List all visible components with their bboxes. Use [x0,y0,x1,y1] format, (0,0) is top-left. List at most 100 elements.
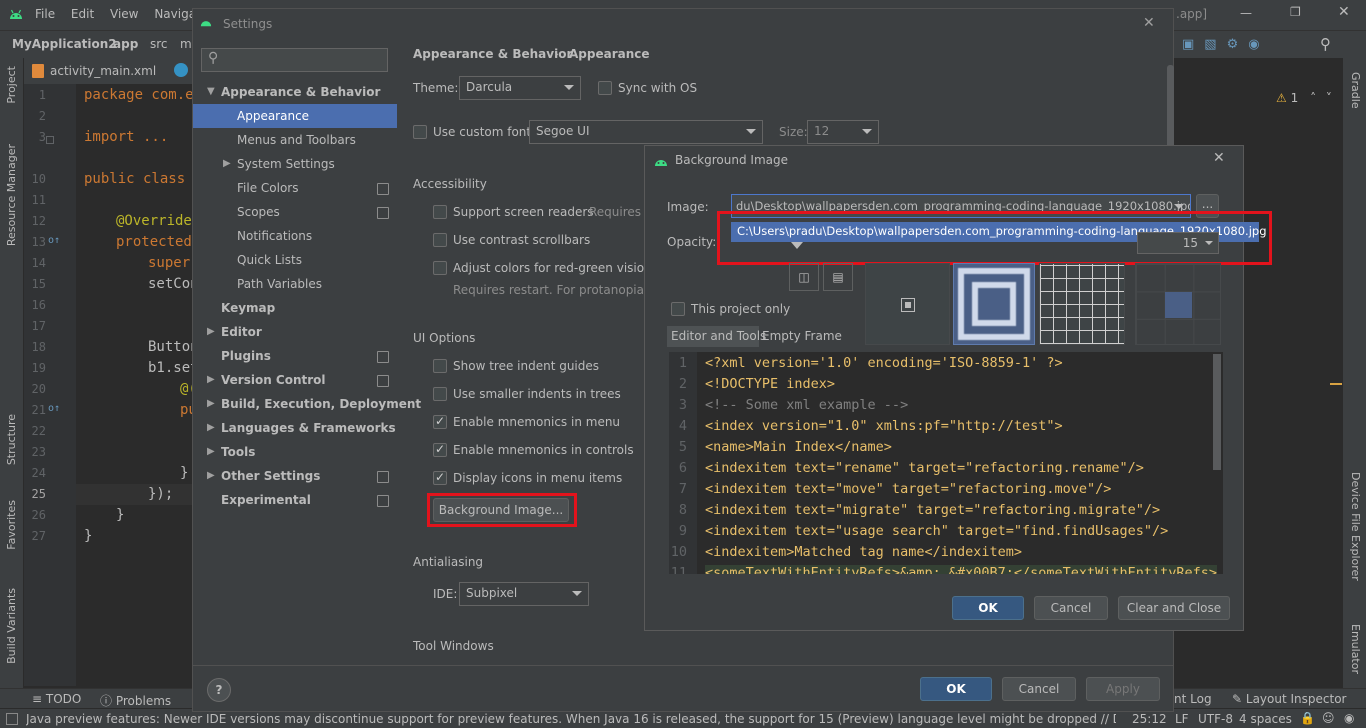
override-gutter-icon[interactable]: o↑ [48,403,60,414]
opacity-slider-thumb[interactable] [791,242,803,249]
spinner-arrow-icon[interactable] [1205,241,1213,245]
collapse-arrow-icon[interactable]: ▶ [207,446,215,457]
flip-vertical-button[interactable]: ▤ [823,263,853,291]
tree-editor[interactable]: Editor [221,325,262,339]
toolbar-icons[interactable]: ▣▧⚙◉ [1182,37,1270,52]
tree-tools[interactable]: Tools [221,445,255,459]
font-size-select[interactable]: 12 [807,120,879,144]
page-breadcrumb-parent[interactable]: Appearance & Behavior [413,47,572,61]
project-only-checkbox[interactable] [671,302,685,316]
mnemonics-controls-checkbox[interactable] [433,442,447,457]
mnemonics-menu-checkbox[interactable] [433,414,447,429]
tree-menus-toolbars[interactable]: Menus and Toolbars [237,133,356,147]
breadcrumb-src[interactable]: src [150,37,168,51]
flip-horizontal-button[interactable]: ◫ [789,263,819,291]
fill-option-scale[interactable] [953,263,1035,345]
help-button[interactable]: ? [207,678,231,702]
tree-other-settings[interactable]: Other Settings [221,469,320,483]
warning-indicator[interactable]: ⚠ 1 ˄ ˅ [1276,91,1332,105]
fold-icon[interactable] [46,136,54,144]
ide-antialiasing-select[interactable]: Subpixel [459,582,589,606]
line-separator[interactable]: LF [1175,712,1189,726]
bg-dialog-close-icon[interactable]: ✕ [1213,150,1225,166]
caret-position[interactable]: 25:12 [1132,712,1167,726]
fill-option-tile[interactable] [1039,263,1125,345]
theme-select[interactable]: Darcula [459,76,581,100]
icons-menu-checkbox[interactable] [433,470,447,485]
smaller-indents-checkbox[interactable] [433,387,447,401]
tree-system-settings[interactable]: System Settings [237,157,335,171]
status-message[interactable]: Java preview features: Newer IDE version… [26,712,1116,726]
tab-empty-frame[interactable]: Empty Frame [762,329,842,343]
clear-and-close-button[interactable]: Clear and Close [1118,596,1230,620]
lock-icon[interactable]: 🔒 [1300,711,1315,725]
breadcrumb-project[interactable]: MyApplication2 [12,37,117,51]
maximize-icon[interactable]: ❐ [1290,5,1301,19]
status-checkbox-icon[interactable] [6,713,18,725]
collapse-arrow-icon[interactable]: ▶ [207,470,215,481]
tab-editor-and-tools[interactable]: Editor and Tools [667,326,766,347]
tool-favorites[interactable]: Favorites [5,500,18,550]
sync-os-checkbox[interactable] [598,81,612,95]
event-log-icon[interactable]: ◉ [1344,711,1354,725]
problems-tool[interactable]: ⓘ Problems [100,692,171,709]
opacity-spinner[interactable]: 15 [1137,232,1219,254]
collapse-arrow-icon[interactable]: ▶ [223,158,231,169]
tree-keymap[interactable]: Keymap [221,301,275,315]
minimize-icon[interactable]: — [1240,6,1252,20]
breadcrumb-app[interactable]: app [113,37,138,51]
settings-ok-button[interactable]: OK [920,677,992,701]
collapse-arrow-icon[interactable]: ▶ [207,374,215,385]
expand-arrow-icon[interactable]: ▼ [207,86,215,97]
settings-apply-button[interactable]: Apply [1086,677,1160,701]
tree-indent-checkbox[interactable] [433,359,447,373]
contrast-scrollbars-checkbox[interactable] [433,233,447,247]
preview-scrollbar[interactable] [1213,354,1221,470]
class-file-icon[interactable] [174,63,188,77]
font-select[interactable]: Segoe UI [529,120,763,144]
indent-setting[interactable]: 4 spaces [1239,712,1292,726]
tree-appearance-behavior[interactable]: Appearance & Behavior [221,85,380,99]
override-gutter-icon[interactable]: o↑ [48,235,60,246]
chevron-down-icon[interactable] [1174,204,1184,209]
fill-option-center[interactable] [865,263,950,345]
settings-cancel-button[interactable]: Cancel [1002,677,1076,701]
tree-experimental[interactable]: Experimental [221,493,311,507]
tool-structure[interactable]: Structure [5,414,18,465]
tree-notifications[interactable]: Notifications [237,229,312,243]
settings-search-input[interactable]: ⚲ [201,48,388,72]
tree-scopes[interactable]: Scopes [237,205,280,219]
editor-tab-activity-main[interactable]: activity_main.xml [50,64,156,78]
screen-readers-checkbox[interactable] [433,205,447,219]
menu-edit[interactable]: Edit [71,7,94,21]
tree-build-execution[interactable]: Build, Execution, Deployment [221,397,421,411]
tool-resource-manager[interactable]: Resource Manager [5,144,18,246]
tool-emulator[interactable]: Emulator [1349,624,1362,674]
settings-close-icon[interactable]: ✕ [1143,15,1155,31]
layout-inspector-tool[interactable]: ✎ Layout Inspector [1232,692,1346,706]
collapse-arrow-icon[interactable]: ▶ [207,422,215,433]
collapse-arrow-icon[interactable]: ▶ [207,398,215,409]
code-editor[interactable]: package com.ex import ... public class M… [76,84,202,686]
collapse-arrow-icon[interactable]: ▶ [207,326,215,337]
tool-device-file-explorer[interactable]: Device File Explorer [1349,472,1362,581]
tool-gradle[interactable]: Gradle [1349,72,1362,109]
log-tool[interactable]: nt Log [1174,692,1212,706]
menu-file[interactable]: File [35,7,55,21]
tree-file-colors[interactable]: File Colors [237,181,298,195]
bg-cancel-button[interactable]: Cancel [1034,596,1108,620]
tree-version-control[interactable]: Version Control [221,373,326,387]
next-warning-icon[interactable]: ˅ [1326,91,1332,105]
bg-ok-button[interactable]: OK [952,596,1024,620]
tree-plugins[interactable]: Plugins [221,349,271,363]
menu-view[interactable]: View [110,7,138,21]
tool-build-variants[interactable]: Build Variants [5,588,18,664]
anchor-grid[interactable] [1135,263,1221,345]
tree-languages-frameworks[interactable]: Languages & Frameworks [221,421,396,435]
breadcrumb-m[interactable]: m [180,37,192,51]
tree-path-variables[interactable]: Path Variables [237,277,322,291]
prev-warning-icon[interactable]: ˄ [1310,91,1316,105]
red-green-checkbox[interactable] [433,261,447,275]
file-encoding[interactable]: UTF-8 [1198,712,1233,726]
search-everywhere-icon[interactable]: ⚲ [1320,35,1331,53]
